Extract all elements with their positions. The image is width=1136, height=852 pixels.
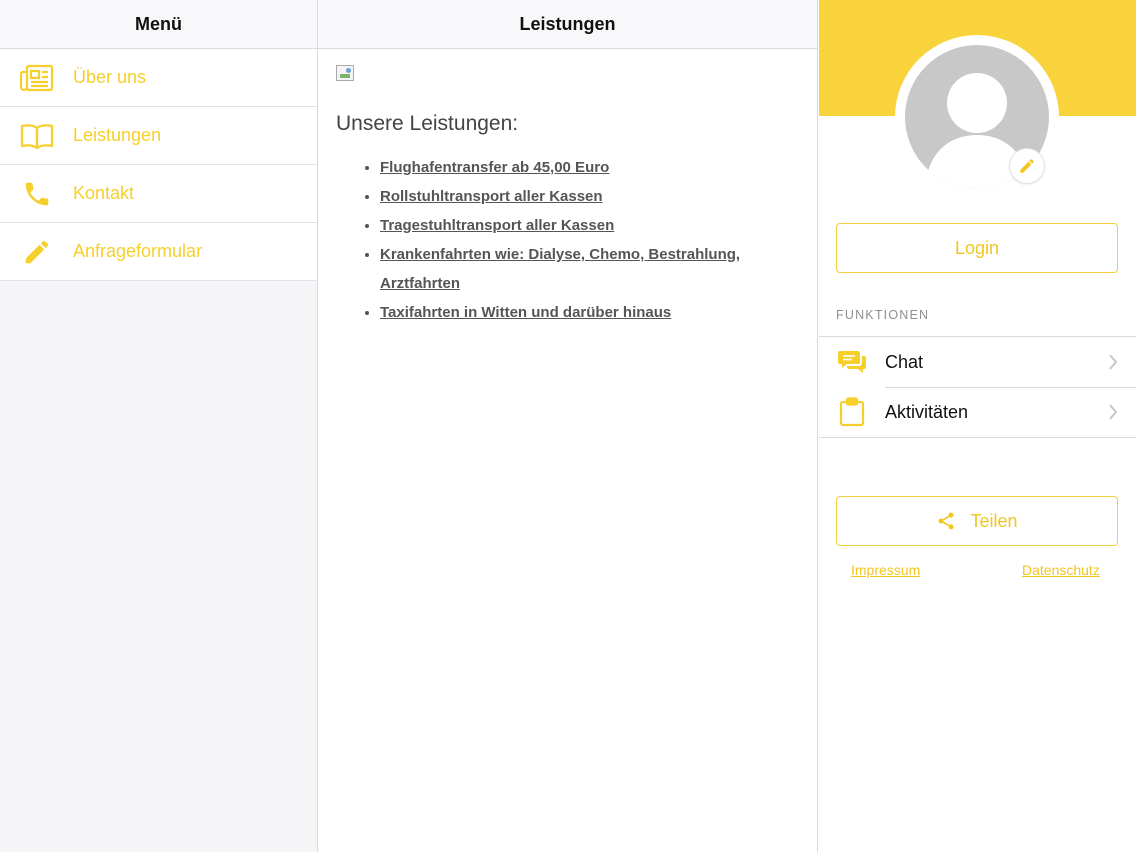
function-list: Chat Aktivitäten — [819, 336, 1136, 438]
chat-icon — [837, 347, 867, 377]
service-list: Flughafentransfer ab 45,00 Euro Rollstuh… — [380, 153, 800, 327]
page-title: Leistungen — [318, 0, 817, 49]
list-item: Flughafentransfer ab 45,00 Euro — [380, 153, 800, 182]
function-item-label: Aktivitäten — [885, 401, 969, 422]
menu-item-label: Leistungen — [73, 125, 162, 145]
edit-avatar-button[interactable] — [1009, 148, 1045, 184]
phone-icon — [20, 177, 54, 211]
menu-title: Menü — [0, 0, 317, 49]
service-link[interactable]: Tragestuhltransport aller Kassen — [380, 217, 614, 234]
profile-panel: Login FUNKTIONEN Chat Aktivitäten Teilen… — [819, 0, 1136, 852]
list-item: Krankenfahrten wie: Dialyse, Chemo, Best… — [380, 240, 800, 298]
service-link[interactable]: Flughafentransfer ab 45,00 Euro — [380, 159, 609, 176]
service-link[interactable]: Krankenfahrten wie: Dialyse, Chemo, Best… — [380, 246, 740, 292]
share-icon — [936, 511, 956, 531]
app-window: Menü Über uns Leistungen Kontakt Anfrage… — [0, 0, 1136, 852]
function-item-label: Chat — [885, 351, 924, 372]
pencil-icon — [20, 235, 54, 269]
menu-item-kontakt[interactable]: Kontakt — [0, 165, 317, 223]
menu-item-leistungen[interactable]: Leistungen — [0, 107, 317, 165]
content-panel: Leistungen Unsere Leistungen: Flughafent… — [318, 0, 818, 852]
clipboard-icon — [837, 397, 867, 427]
content-heading: Unsere Leistungen: — [336, 112, 519, 135]
function-item-aktivitaeten[interactable]: Aktivitäten — [819, 387, 1136, 437]
share-button-label: Teilen — [970, 510, 1018, 531]
broken-image-icon — [336, 65, 354, 81]
service-link[interactable]: Rollstuhltransport aller Kassen — [380, 188, 603, 205]
newspaper-icon — [20, 61, 54, 95]
menu-item-anfrageformular[interactable]: Anfrageformular — [0, 223, 317, 281]
list-item: Taxifahrten in Witten und darüber hinaus — [380, 298, 800, 327]
list-item: Rollstuhltransport aller Kassen — [380, 182, 800, 211]
menu-item-label: Kontakt — [73, 183, 135, 203]
datenschutz-link[interactable]: Datenschutz — [1022, 562, 1100, 578]
function-item-chat[interactable]: Chat — [819, 337, 1136, 387]
section-label-funktionen: FUNKTIONEN — [836, 308, 930, 322]
chevron-right-icon — [1108, 404, 1118, 420]
menu-item-label: Anfrageformular — [73, 241, 203, 261]
menu-panel: Menü Über uns Leistungen Kontakt Anfrage… — [0, 0, 318, 852]
chevron-right-icon — [1108, 354, 1118, 370]
book-icon — [20, 119, 54, 153]
menu-item-label: Über uns — [73, 67, 147, 87]
share-button[interactable]: Teilen — [836, 496, 1118, 546]
login-button[interactable]: Login — [836, 223, 1118, 273]
pencil-icon — [1020, 159, 1034, 173]
impressum-link[interactable]: Impressum — [851, 562, 920, 578]
service-link[interactable]: Taxifahrten in Witten und darüber hinaus — [380, 304, 671, 321]
menu-list: Über uns Leistungen Kontakt Anfrageformu… — [0, 49, 317, 281]
list-item: Tragestuhltransport aller Kassen — [380, 211, 800, 240]
menu-item-ueber-uns[interactable]: Über uns — [0, 49, 317, 107]
